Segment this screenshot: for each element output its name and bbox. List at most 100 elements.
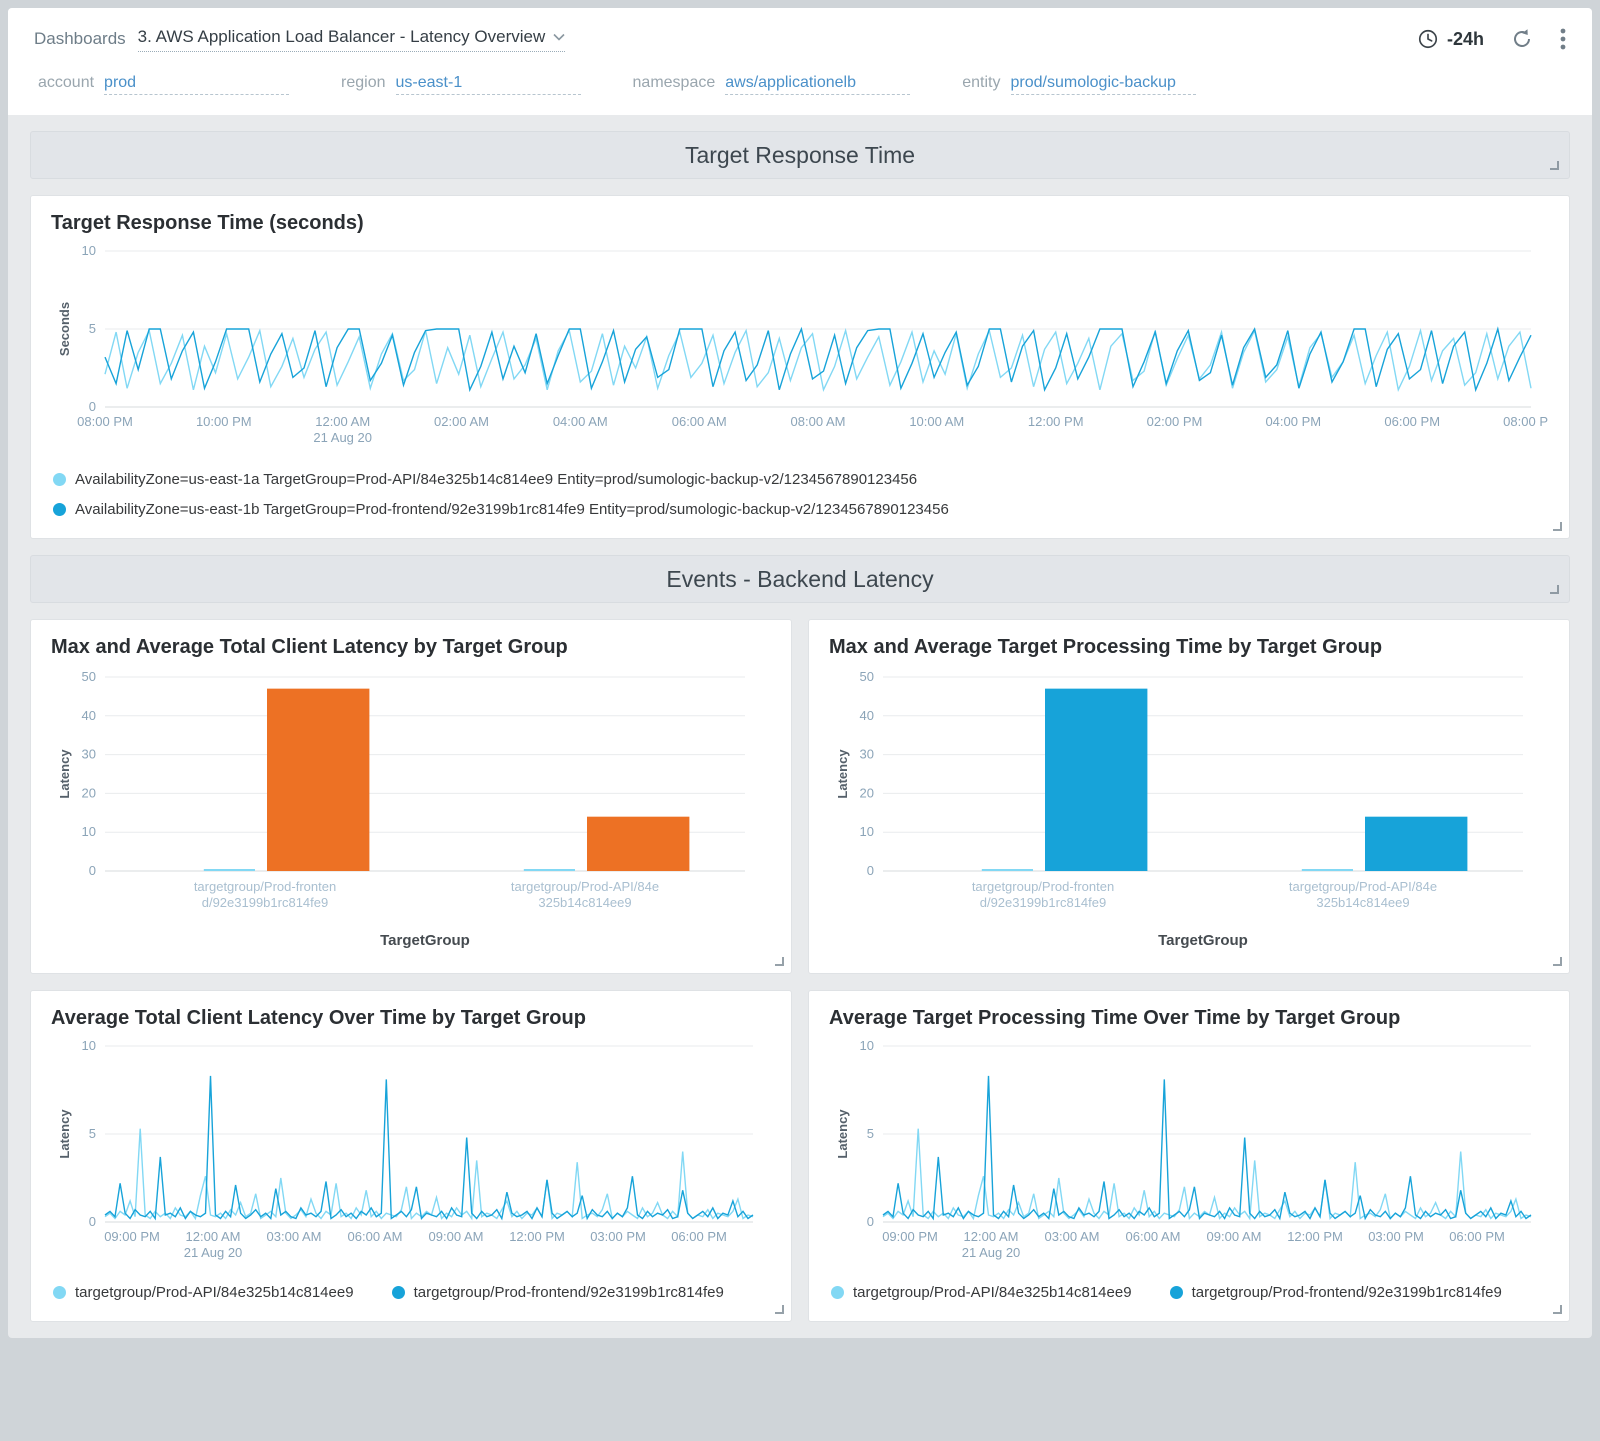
svg-text:325b14c814ee9: 325b14c814ee9 [1316, 895, 1409, 910]
svg-text:50: 50 [860, 669, 874, 684]
dashboard-app: Dashboards 3. AWS Application Load Balan… [8, 8, 1592, 1338]
svg-text:12:00 AM: 12:00 AM [964, 1229, 1019, 1244]
svg-text:08:00 PM: 08:00 PM [1503, 414, 1549, 429]
filter-entity-value[interactable]: prod/sumologic-backup [1011, 74, 1196, 95]
filter-account: account prod [38, 74, 289, 95]
section-header-events-backend-latency: Events - Backend Latency [30, 555, 1570, 603]
legend-label: AvailabilityZone=us-east-1a TargetGroup=… [75, 471, 917, 488]
svg-text:d/92e3199b1rc814fe9: d/92e3199b1rc814fe9 [980, 895, 1107, 910]
filter-region: region us-east-1 [341, 74, 580, 95]
panel-avg-processing-time-over-time: Average Target Processing Time Over Time… [808, 990, 1570, 1322]
svg-text:12:00 AM: 12:00 AM [315, 414, 370, 429]
chart-legend: AvailabilityZone=us-east-1a TargetGroup=… [51, 465, 1549, 524]
panel-title: Max and Average Total Client Latency by … [51, 636, 771, 659]
svg-text:10: 10 [82, 1038, 96, 1053]
svg-text:30: 30 [82, 747, 96, 762]
svg-text:0: 0 [867, 1214, 874, 1229]
filter-bar: account prod region us-east-1 namespace … [8, 70, 1592, 115]
legend-item[interactable]: targetgroup/Prod-frontend/92e3199b1rc814… [1170, 1284, 1502, 1301]
filter-namespace-value[interactable]: aws/applicationelb [725, 74, 910, 95]
svg-text:10: 10 [82, 243, 96, 258]
processing-time-bar-chart: 01020304050Latencytargetgroup/Prod-front… [829, 667, 1549, 959]
svg-text:Latency: Latency [57, 1109, 72, 1159]
svg-text:02:00 AM: 02:00 AM [434, 414, 489, 429]
resize-handle[interactable] [1553, 1305, 1562, 1314]
processing-time-line-chart: 0510Latency09:00 PM12:00 AM21 Aug 2003:0… [829, 1038, 1549, 1270]
chart-legend: targetgroup/Prod-API/84e325b14c814ee9 tar… [829, 1278, 1549, 1307]
svg-text:50: 50 [82, 669, 96, 684]
svg-text:40: 40 [860, 708, 874, 723]
svg-text:21 Aug 20: 21 Aug 20 [313, 430, 372, 445]
legend-item[interactable]: targetgroup/Prod-API/84e325b14c814ee9 [53, 1284, 354, 1301]
svg-text:0: 0 [867, 863, 874, 878]
svg-text:03:00 PM: 03:00 PM [1368, 1229, 1424, 1244]
legend-color-dot [392, 1286, 405, 1299]
legend-label: targetgroup/Prod-frontend/92e3199b1rc814… [414, 1284, 724, 1301]
refresh-icon [1510, 27, 1534, 51]
svg-text:02:00 PM: 02:00 PM [1147, 414, 1203, 429]
svg-text:Seconds: Seconds [57, 302, 72, 356]
legend-color-dot [53, 503, 66, 516]
svg-text:TargetGroup: TargetGroup [380, 932, 470, 949]
time-range-label: -24h [1447, 29, 1484, 50]
svg-text:10: 10 [82, 824, 96, 839]
chart-legend: targetgroup/Prod-API/84e325b14c814ee9 tar… [51, 1278, 771, 1307]
dashboard-content: Target Response Time Target Response Tim… [8, 115, 1592, 1332]
svg-text:325b14c814ee9: 325b14c814ee9 [538, 895, 631, 910]
expand-icon[interactable] [1550, 161, 1559, 170]
svg-text:03:00 PM: 03:00 PM [590, 1229, 646, 1244]
panel-max-avg-client-latency: Max and Average Total Client Latency by … [30, 619, 792, 974]
more-options-button[interactable] [1560, 27, 1566, 51]
legend-item[interactable]: targetgroup/Prod-frontend/92e3199b1rc814… [392, 1284, 724, 1301]
svg-text:06:00 PM: 06:00 PM [1384, 414, 1440, 429]
svg-text:06:00 AM: 06:00 AM [672, 414, 727, 429]
panel-title: Target Response Time (seconds) [51, 212, 1549, 235]
svg-text:10: 10 [860, 1038, 874, 1053]
filter-account-value[interactable]: prod [104, 74, 289, 95]
resize-handle[interactable] [1553, 957, 1562, 966]
svg-text:04:00 AM: 04:00 AM [553, 414, 608, 429]
svg-text:targetgroup/Prod-fronten: targetgroup/Prod-fronten [972, 879, 1114, 894]
filter-label: region [341, 74, 385, 92]
svg-text:06:00 AM: 06:00 AM [348, 1229, 403, 1244]
clock-icon [1417, 28, 1439, 50]
legend-label: targetgroup/Prod-API/84e325b14c814ee9 [75, 1284, 354, 1301]
svg-text:06:00 AM: 06:00 AM [1126, 1229, 1181, 1244]
svg-text:08:00 AM: 08:00 AM [791, 414, 846, 429]
legend-item[interactable]: AvailabilityZone=us-east-1b TargetGroup=… [53, 501, 1547, 518]
dashboard-title-dropdown[interactable]: 3. AWS Application Load Balancer - Laten… [138, 27, 566, 52]
svg-text:12:00 PM: 12:00 PM [1287, 1229, 1343, 1244]
svg-text:targetgroup/Prod-API/84e: targetgroup/Prod-API/84e [1289, 879, 1437, 894]
svg-text:06:00 PM: 06:00 PM [1449, 1229, 1505, 1244]
panel-target-response-time: Target Response Time (seconds) 0510Secon… [30, 195, 1570, 539]
legend-color-dot [53, 473, 66, 486]
svg-text:06:00 PM: 06:00 PM [671, 1229, 727, 1244]
legend-item[interactable]: AvailabilityZone=us-east-1a TargetGroup=… [53, 471, 1547, 488]
section-title: Target Response Time [685, 142, 915, 169]
svg-text:0: 0 [89, 863, 96, 878]
breadcrumb[interactable]: Dashboards [34, 29, 126, 49]
svg-text:09:00 AM: 09:00 AM [1207, 1229, 1262, 1244]
expand-icon[interactable] [1550, 585, 1559, 594]
refresh-button[interactable] [1510, 27, 1534, 51]
target-response-time-line-chart: 0510Seconds08:00 PM10:00 PM12:00 AM21 Au… [51, 243, 1549, 455]
svg-text:08:00 PM: 08:00 PM [77, 414, 133, 429]
resize-handle[interactable] [1553, 522, 1562, 531]
svg-text:5: 5 [867, 1126, 874, 1141]
resize-handle[interactable] [775, 1305, 784, 1314]
legend-label: AvailabilityZone=us-east-1b TargetGroup=… [75, 501, 949, 518]
legend-item[interactable]: targetgroup/Prod-API/84e325b14c814ee9 [831, 1284, 1132, 1301]
svg-text:03:00 AM: 03:00 AM [267, 1229, 322, 1244]
filter-entity: entity prod/sumologic-backup [962, 74, 1195, 95]
svg-text:0: 0 [89, 1214, 96, 1229]
filter-region-value[interactable]: us-east-1 [396, 74, 581, 95]
svg-text:30: 30 [860, 747, 874, 762]
kebab-menu-icon [1560, 27, 1566, 51]
panel-max-avg-processing-time: Max and Average Target Processing Time b… [808, 619, 1570, 974]
filter-label: entity [962, 74, 1000, 92]
time-range-control[interactable]: -24h [1417, 28, 1484, 50]
resize-handle[interactable] [775, 957, 784, 966]
client-latency-line-chart: 0510Latency09:00 PM12:00 AM21 Aug 2003:0… [51, 1038, 771, 1270]
legend-label: targetgroup/Prod-frontend/92e3199b1rc814… [1192, 1284, 1502, 1301]
svg-text:09:00 PM: 09:00 PM [104, 1229, 160, 1244]
